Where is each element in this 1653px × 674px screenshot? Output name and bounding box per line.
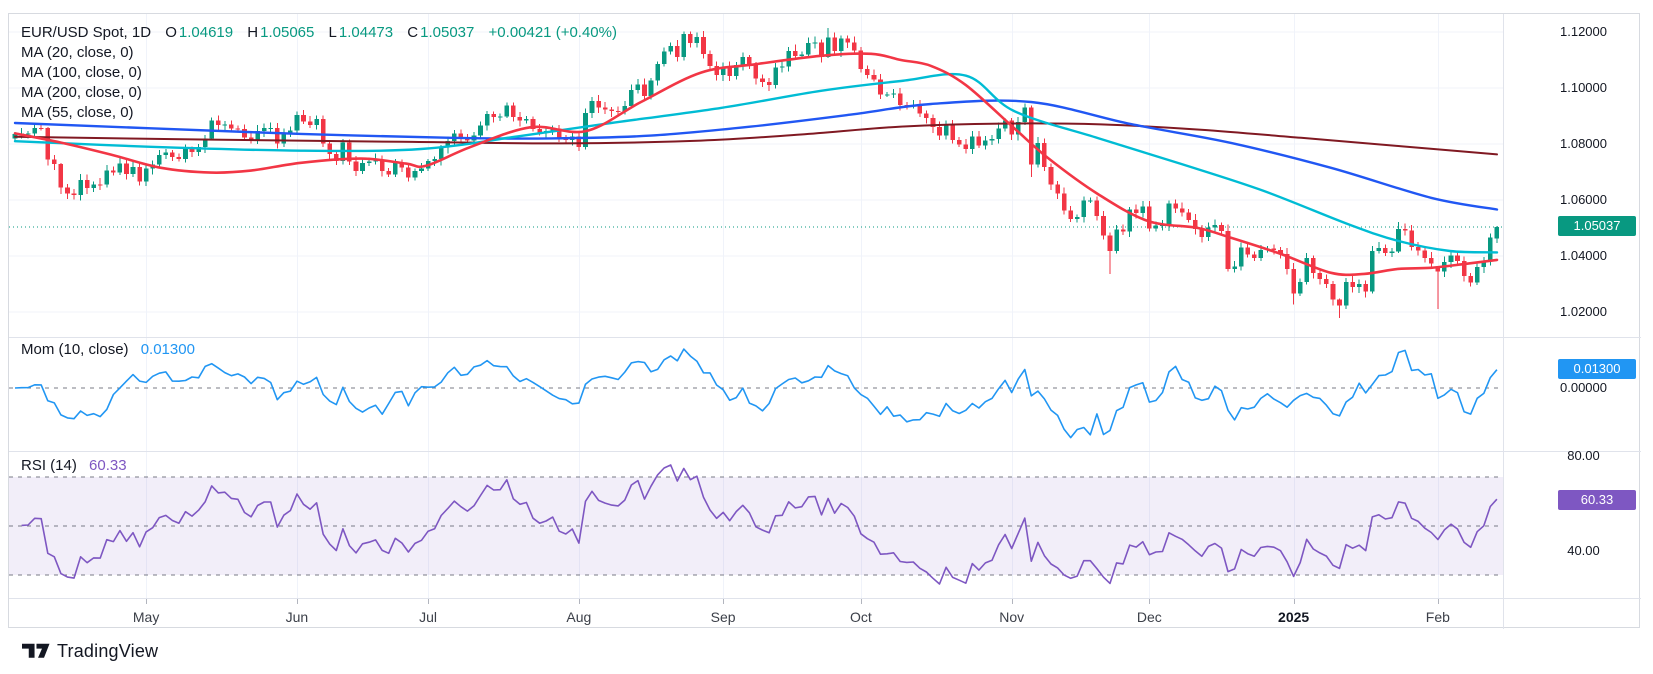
time-axis-label-dec: Dec <box>1119 609 1179 625</box>
tradingview-logo[interactable]: TradingView <box>22 638 158 664</box>
symbol-ohlc-row: EUR/USD Spot, 1D O1.04619 H1.05065 L1.04… <box>21 23 617 43</box>
symbol-title: EUR/USD Spot, 1D <box>21 24 151 41</box>
change-value: +0.00421 (+0.40%) <box>489 24 617 41</box>
rsi-label: RSI (14) <box>21 457 77 474</box>
time-axis[interactable]: May Jun Jul Aug Sep Oct Nov Dec 2025 Feb <box>9 598 1503 629</box>
price-tick-label: 1.12000 <box>1504 24 1641 39</box>
low-label: L <box>329 24 337 41</box>
time-axis-label-sep: Sep <box>693 609 753 625</box>
time-axis-label-may: May <box>116 609 176 625</box>
chart-container[interactable]: EUR/USD Spot, 1D O1.04619 H1.05065 L1.04… <box>8 13 1640 628</box>
rsi-value: 60.33 <box>89 457 127 474</box>
price-tick-label: 1.02000 <box>1504 304 1641 319</box>
rsi-40-tick: 40.00 <box>1504 543 1641 558</box>
price-tick-label: 1.06000 <box>1504 192 1641 207</box>
ma100-legend: MA (100, close, 0) <box>21 63 617 83</box>
high-value: 1.05065 <box>260 24 314 41</box>
close-label: C <box>407 24 418 41</box>
close-value: 1.05037 <box>420 24 474 41</box>
ma55-legend: MA (55, close, 0) <box>21 103 617 123</box>
ma200-legend: MA (200, close, 0) <box>21 83 617 103</box>
time-axis-label-jun: Jun <box>267 609 327 625</box>
open-value: 1.04619 <box>179 24 233 41</box>
tradingview-logo-icon <box>22 643 50 659</box>
last-price-badge: 1.05037 <box>1558 216 1636 236</box>
momentum-badge: 0.01300 <box>1558 359 1636 379</box>
pane-separator-rsi[interactable] <box>9 451 1641 452</box>
high-label: H <box>247 24 258 41</box>
momentum-value: 0.01300 <box>141 341 195 358</box>
price-scale[interactable]: 1.12000 1.10000 1.08000 1.06000 1.04000 1.020… <box>1503 14 1641 629</box>
tradingview-logo-text: TradingView <box>57 641 158 662</box>
time-axis-label-feb: Feb <box>1408 609 1468 625</box>
time-axis-label-aug: Aug <box>549 609 609 625</box>
momentum-zero-tick: 0.00000 <box>1504 380 1641 395</box>
time-axis-label-oct: Oct <box>831 609 891 625</box>
rsi-80-tick: 80.00 <box>1504 448 1641 463</box>
low-value: 1.04473 <box>339 24 393 41</box>
rsi-badge: 60.33 <box>1558 490 1636 510</box>
rsi-legend: RSI (14) 60.33 <box>21 457 127 474</box>
symbol-legend: EUR/USD Spot, 1D O1.04619 H1.05065 L1.04… <box>21 23 617 123</box>
open-label: O <box>165 24 177 41</box>
momentum-label: Mom (10, close) <box>21 341 129 358</box>
tradingview-chart-page: EUR/USD Spot, 1D O1.04619 H1.05065 L1.04… <box>0 0 1653 674</box>
price-tick-label: 1.10000 <box>1504 80 1641 95</box>
price-tick-label: 1.08000 <box>1504 136 1641 151</box>
time-axis-label-2025: 2025 <box>1264 609 1324 625</box>
pane-separator-momentum[interactable] <box>9 337 1641 338</box>
momentum-legend: Mom (10, close) 0.01300 <box>21 341 195 358</box>
time-axis-label-nov: Nov <box>982 609 1042 625</box>
ma20-legend: MA (20, close, 0) <box>21 43 617 63</box>
time-axis-label-jul: Jul <box>398 609 458 625</box>
price-tick-label: 1.04000 <box>1504 248 1641 263</box>
